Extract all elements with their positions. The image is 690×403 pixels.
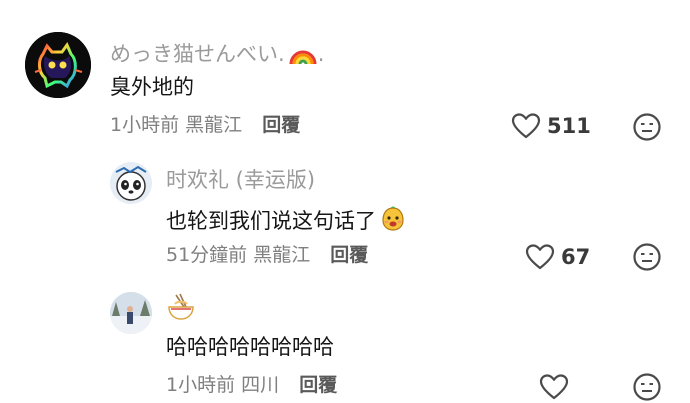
dislike-button[interactable]	[632, 242, 662, 276]
comment-text: 哈哈哈哈哈哈哈哈	[166, 335, 334, 359]
cat-avatar-image	[25, 32, 91, 98]
like-button[interactable]: 67	[525, 243, 590, 271]
snow-photo-avatar-image	[110, 292, 152, 334]
comment-thread: めっき猫せんべい. . 臭外地的 1小時前 黑龍江 回覆 511 时欢礼 (幸运…	[0, 0, 690, 403]
heart-icon	[539, 374, 569, 400]
reply-button[interactable]: 回覆	[330, 244, 368, 266]
like-count: 67	[561, 244, 591, 269]
comment-location: 四川	[241, 374, 280, 396]
like-count: 511	[547, 113, 591, 138]
panda-avatar-image	[110, 162, 152, 204]
comment-text-content: 也轮到我们说这句话了	[166, 209, 376, 233]
comment-location: 黑龍江	[185, 114, 243, 136]
author-name-text: めっき猫せんべい.	[110, 42, 285, 66]
comment-location: 黑龍江	[253, 244, 311, 266]
dislike-button[interactable]	[632, 112, 662, 146]
neutral-face-icon	[633, 373, 661, 401]
comment-meta: 1小時前 黑龍江 回覆	[110, 116, 300, 135]
dislike-button[interactable]	[632, 372, 662, 403]
like-button[interactable]: 511	[511, 112, 591, 140]
avatar[interactable]	[25, 32, 91, 98]
noodle-bowl-icon	[168, 293, 194, 320]
rainbow-icon	[289, 50, 317, 65]
author-name-suffix: .	[317, 42, 325, 66]
avatar[interactable]	[110, 292, 152, 334]
reply-button[interactable]: 回覆	[262, 114, 300, 136]
comment-time: 51分鐘前	[166, 244, 248, 266]
neutral-face-icon	[633, 243, 661, 271]
reply-button[interactable]: 回覆	[299, 374, 337, 396]
author-name[interactable]	[166, 292, 196, 326]
comment-time: 1小時前	[110, 114, 180, 136]
avatar[interactable]	[110, 162, 152, 204]
heart-icon	[525, 244, 555, 270]
comment-meta: 51分鐘前 黑龍江 回覆	[166, 246, 368, 265]
comment-time: 1小時前	[166, 374, 236, 396]
author-name[interactable]: めっき猫せんべい. .	[110, 40, 324, 66]
author-name[interactable]: 时欢礼 (幸运版)	[166, 170, 315, 191]
heart-icon	[511, 113, 541, 139]
smiling-face-icon	[382, 206, 404, 231]
neutral-face-icon	[633, 113, 661, 141]
like-button[interactable]	[539, 373, 575, 401]
comment-text: 臭外地的	[110, 75, 194, 99]
comment-meta: 1小時前 四川 回覆	[166, 376, 337, 395]
comment-text: 也轮到我们说这句话了	[166, 205, 407, 233]
